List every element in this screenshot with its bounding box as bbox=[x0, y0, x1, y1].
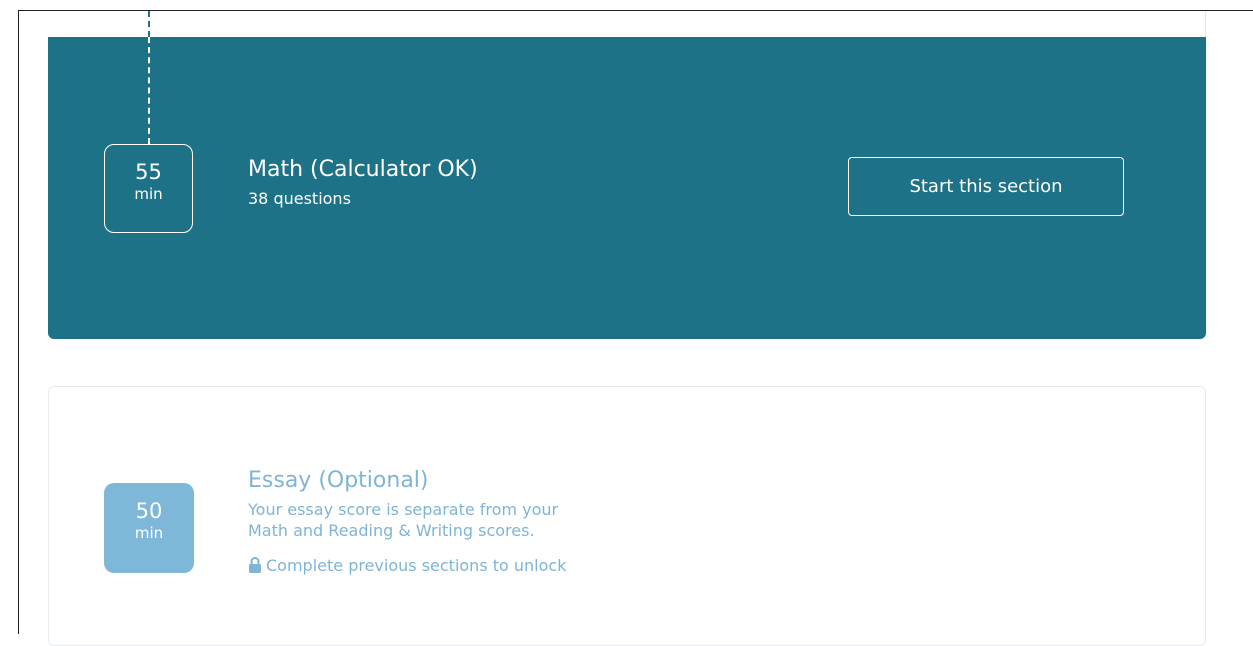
lock-icon bbox=[249, 557, 261, 573]
unlock-note-text: Complete previous sections to unlock bbox=[266, 556, 567, 575]
section-duration-badge: 55 min bbox=[104, 144, 193, 233]
test-sections-page: 55 min Math (Calculator OK) 38 questions… bbox=[19, 11, 1253, 646]
section-duration-badge-locked: 50 min bbox=[104, 483, 194, 573]
duration-value: 50 bbox=[135, 499, 163, 523]
section-description: Your essay score is separate from your M… bbox=[248, 499, 668, 541]
description-line-1: Your essay score is separate from your bbox=[248, 500, 559, 519]
section-question-count: 38 questions bbox=[248, 189, 351, 208]
timeline-connector bbox=[148, 37, 150, 144]
duration-unit: min bbox=[134, 524, 164, 542]
duration-unit: min bbox=[134, 185, 163, 203]
section-card-math-calculator: 55 min Math (Calculator OK) 38 questions… bbox=[48, 37, 1206, 339]
timeline-connector-top bbox=[148, 11, 150, 37]
description-line-2: Math and Reading & Writing scores. bbox=[248, 521, 535, 540]
duration-value: 55 bbox=[135, 160, 162, 184]
previous-card-edge bbox=[1205, 11, 1206, 37]
unlock-requirement: Complete previous sections to unlock bbox=[248, 556, 566, 576]
section-card-essay: 50 min Essay (Optional) Your essay score… bbox=[48, 386, 1206, 646]
frame-edge-left bbox=[18, 10, 19, 634]
screenshot-frame: 55 min Math (Calculator OK) 38 questions… bbox=[0, 0, 1253, 646]
section-title: Math (Calculator OK) bbox=[248, 157, 478, 182]
start-section-button[interactable]: Start this section bbox=[848, 157, 1124, 216]
frame-edge-top bbox=[18, 10, 1253, 11]
section-title-locked: Essay (Optional) bbox=[248, 468, 429, 493]
